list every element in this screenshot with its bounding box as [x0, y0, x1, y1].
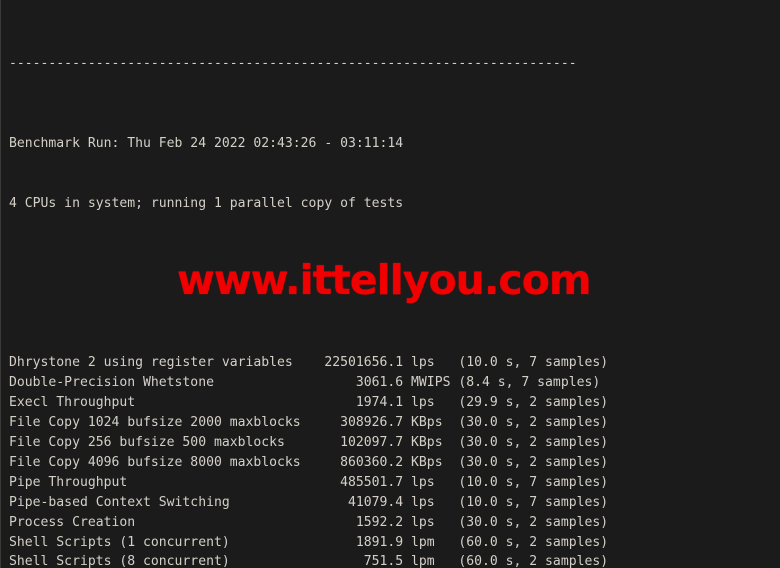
cpu-info-line: 4 CPUs in system; running 1 parallel cop… — [9, 195, 404, 211]
raw-result-row: File Copy 1024 bufsize 2000 maxblocks 30… — [9, 414, 609, 430]
terminal-output: ----------------------------------------… — [9, 0, 671, 568]
raw-result-row: Execl Throughput 1974.1 lps (29.9 s, 2 s… — [9, 394, 609, 410]
raw-result-row: Double-Precision Whetstone 3061.6 MWIPS … — [9, 375, 601, 391]
raw-result-row: Shell Scripts (1 concurrent) 1891.9 lpm … — [9, 534, 609, 550]
raw-result-row: File Copy 256 bufsize 500 maxblocks 1020… — [9, 434, 609, 450]
raw-result-row: Dhrystone 2 using register variables 225… — [9, 355, 609, 371]
terminal-window[interactable]: ----------------------------------------… — [0, 0, 780, 568]
raw-result-row: Shell Scripts (8 concurrent) 751.5 lpm (… — [9, 554, 609, 568]
raw-result-row: Process Creation 1592.2 lps (30.0 s, 2 s… — [9, 514, 609, 530]
top-divider-rule: ----------------------------------------… — [9, 55, 577, 71]
raw-result-row: File Copy 4096 bufsize 8000 maxblocks 86… — [9, 454, 609, 470]
benchmark-run-line: Benchmark Run: Thu Feb 24 2022 02:43:26 … — [9, 135, 404, 151]
raw-result-row: Pipe Throughput 485501.7 lps (10.0 s, 7 … — [9, 474, 609, 490]
raw-result-row: Pipe-based Context Switching 41079.4 lps… — [9, 494, 609, 510]
raw-results-block: Dhrystone 2 using register variables 225… — [9, 353, 671, 568]
